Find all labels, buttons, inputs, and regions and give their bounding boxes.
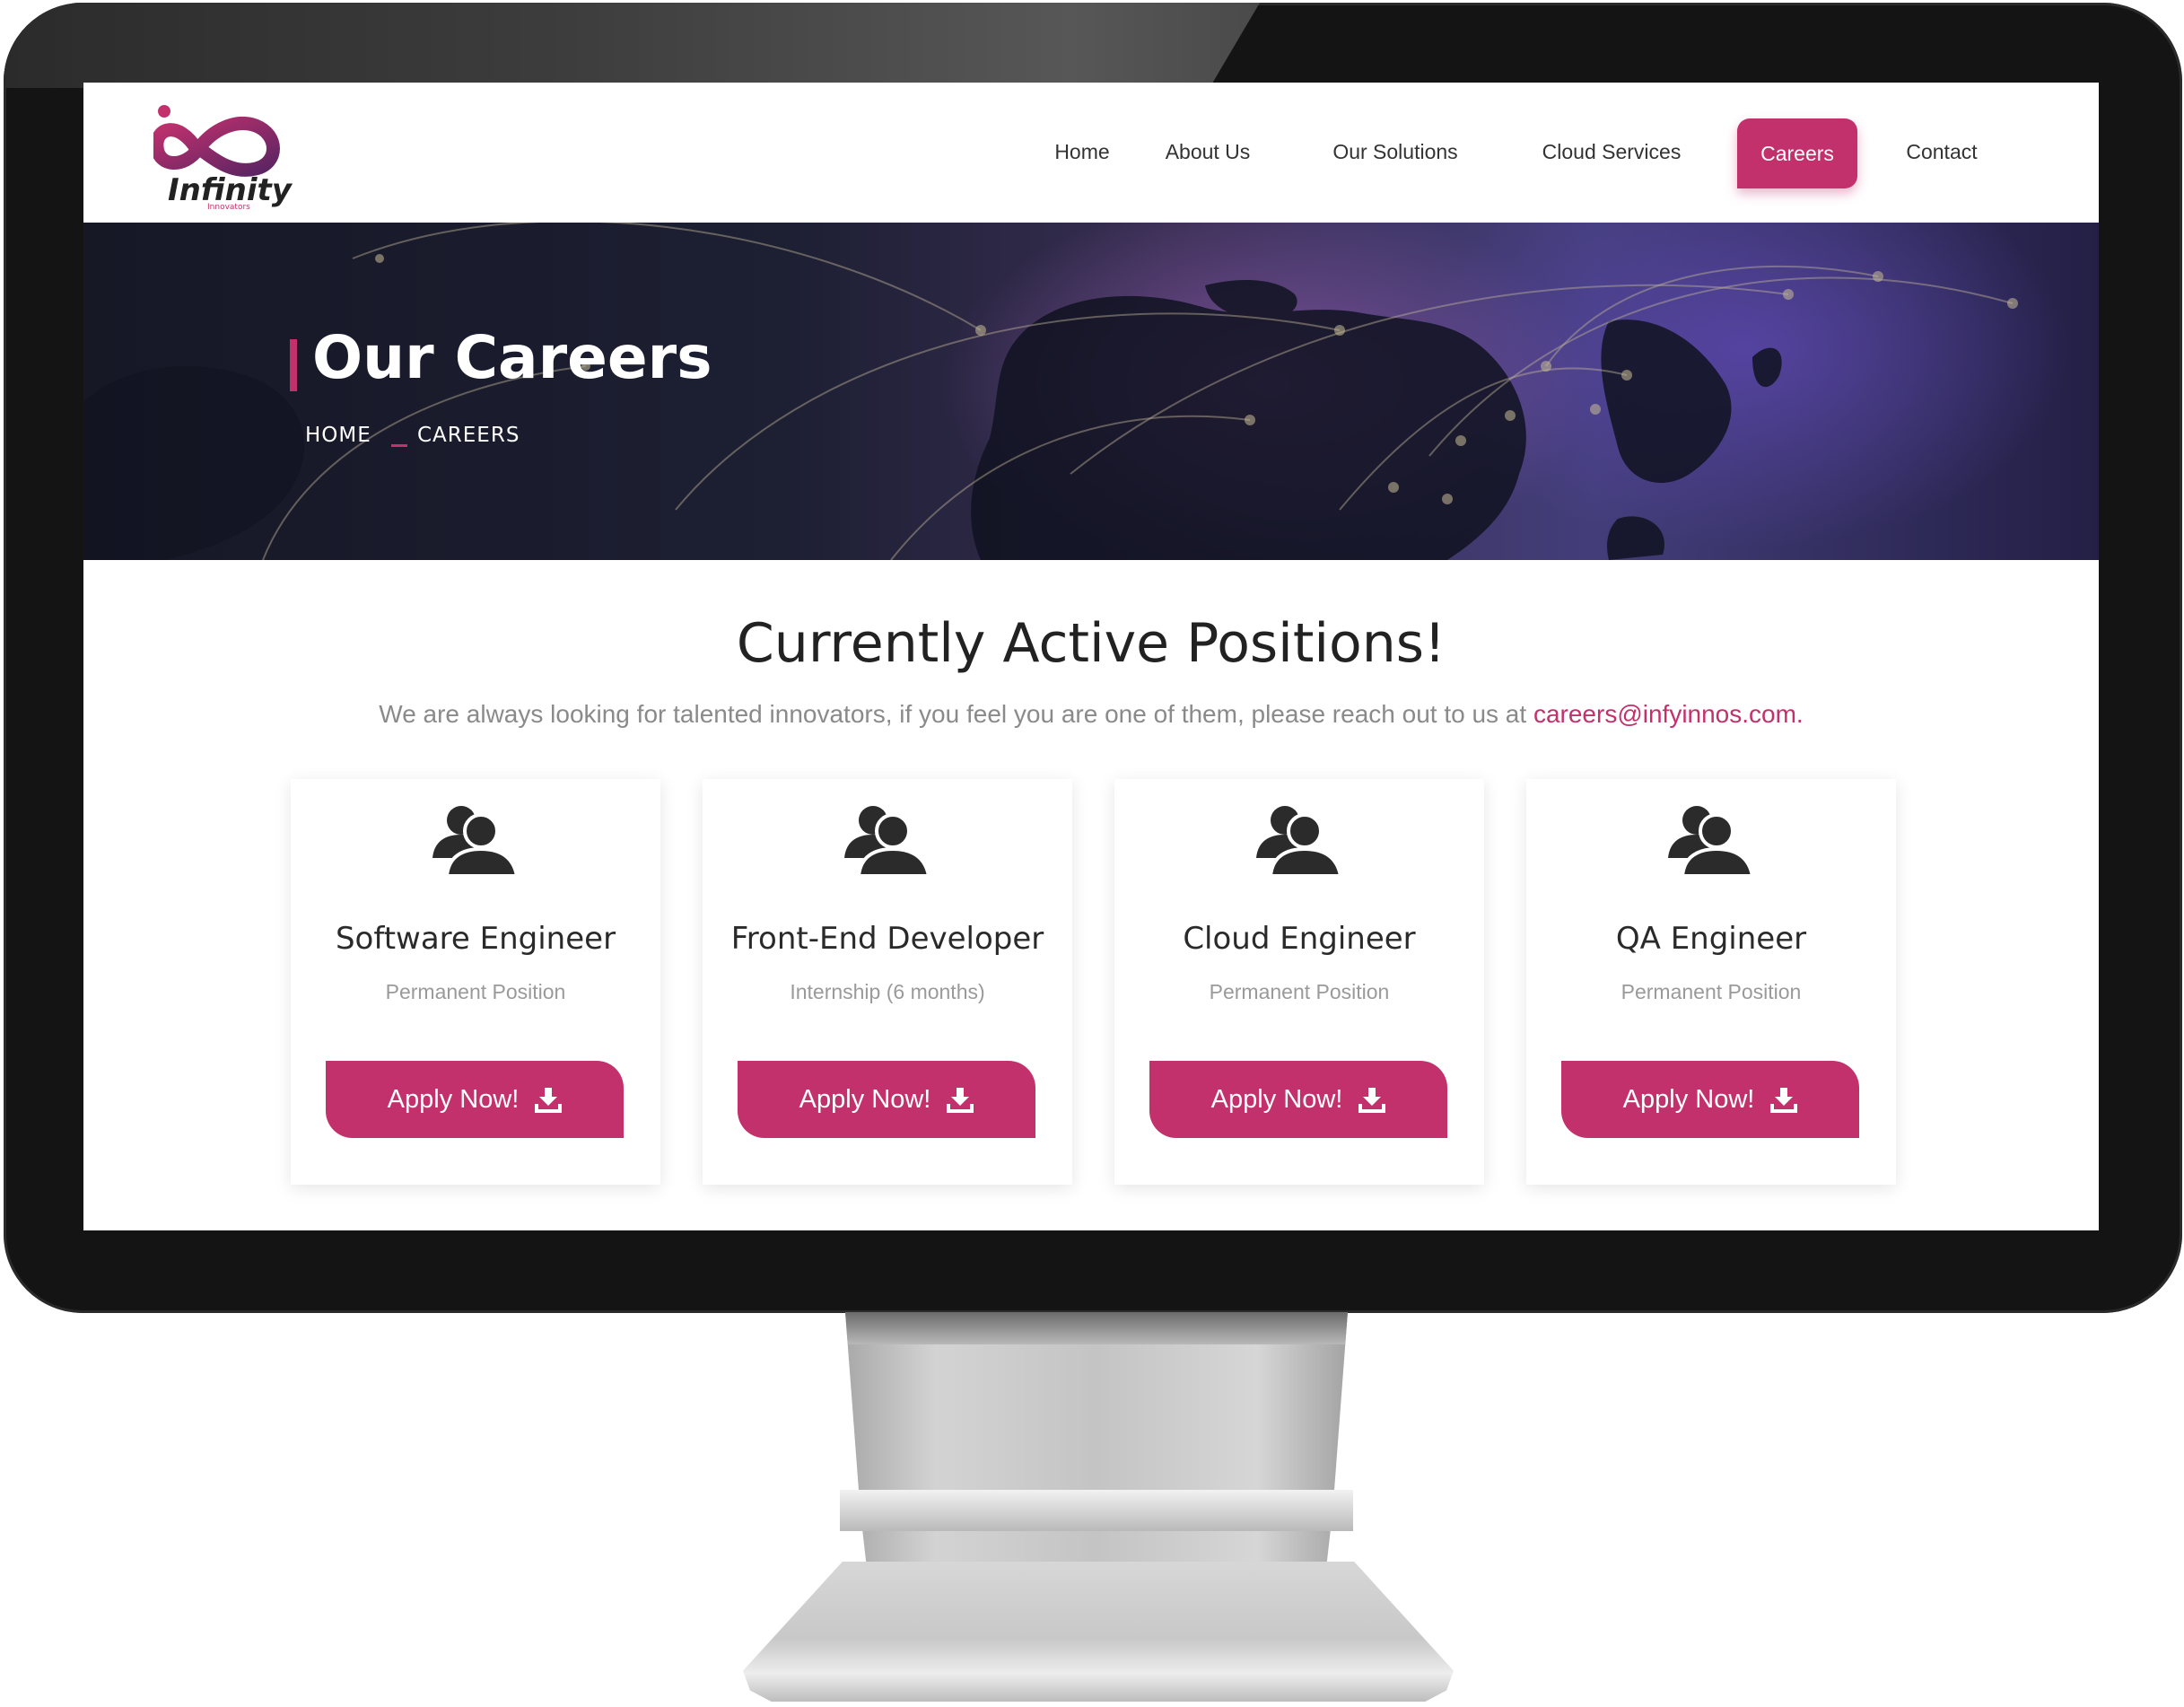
breadcrumb-separator	[391, 444, 407, 447]
breadcrumb-current: CAREERS	[417, 424, 520, 447]
download-icon	[947, 1088, 974, 1113]
positions-heading: Currently Active Positions!	[736, 612, 1446, 675]
position-title: Cloud Engineer	[1183, 921, 1416, 957]
user-icon	[432, 806, 520, 876]
user-icon	[1668, 806, 1755, 876]
nav-cloud-services[interactable]: Cloud Services	[1537, 124, 1686, 179]
brand-tagline: Innovators	[207, 203, 250, 212]
screen: Infinity Innovators Home About Us Our So…	[83, 83, 2099, 1230]
positions-description-text: We are always looking for talented innov…	[379, 700, 1533, 728]
position-title: Front-End Developer	[730, 921, 1044, 957]
apply-now-label: Apply Now!	[387, 1084, 520, 1114]
page-banner: Our Careers HOME CAREERS	[83, 223, 2099, 560]
monitor-glare	[4, 3, 1260, 88]
apply-now-button[interactable]: Apply Now!	[1561, 1061, 1859, 1138]
download-icon	[535, 1088, 563, 1113]
position-card: Software Engineer Permanent Position App…	[291, 779, 660, 1185]
apply-now-label: Apply Now!	[1622, 1084, 1755, 1114]
navbar: Infinity Innovators Home About Us Our So…	[83, 83, 2099, 223]
careers-email-link[interactable]: careers@infyinnos.com.	[1533, 700, 1804, 728]
apply-now-button[interactable]: Apply Now!	[738, 1061, 1035, 1138]
download-icon	[1770, 1088, 1798, 1113]
position-type: Permanent Position	[385, 980, 566, 1003]
position-card: Front-End Developer Internship (6 months…	[703, 779, 1072, 1185]
monitor-stand-base	[743, 1562, 1454, 1702]
download-icon	[1358, 1088, 1386, 1113]
nav-careers[interactable]: Careers	[1737, 118, 1857, 188]
nav-about-us[interactable]: About Us	[1158, 124, 1257, 179]
position-title: Software Engineer	[335, 921, 616, 957]
nav-contact[interactable]: Contact	[1900, 124, 1983, 179]
page-title: Our Careers	[312, 323, 712, 392]
apply-now-button[interactable]: Apply Now!	[326, 1061, 624, 1138]
brand-logo[interactable]: Infinity Innovators	[150, 99, 292, 215]
position-card: QA Engineer Permanent Position Apply Now…	[1526, 779, 1896, 1185]
user-icon	[1256, 806, 1343, 876]
positions-description: We are always looking for talented innov…	[83, 700, 2099, 729]
position-type: Permanent Position	[1621, 980, 1802, 1003]
position-title: QA Engineer	[1615, 921, 1807, 957]
nav-home[interactable]: Home	[1037, 124, 1127, 179]
apply-now-button[interactable]: Apply Now!	[1149, 1061, 1447, 1138]
banner-title-accent	[290, 339, 297, 391]
apply-now-label: Apply Now!	[1210, 1084, 1343, 1114]
breadcrumb-home[interactable]: HOME	[305, 424, 371, 447]
position-type: Permanent Position	[1209, 980, 1390, 1003]
apply-now-label: Apply Now!	[799, 1084, 931, 1114]
position-card: Cloud Engineer Permanent Position Apply …	[1114, 779, 1484, 1185]
user-icon	[844, 806, 931, 876]
monitor-stand-highlight	[840, 1490, 1353, 1531]
position-type: Internship (6 months)	[790, 980, 985, 1003]
nav-our-solutions[interactable]: Our Solutions	[1327, 124, 1463, 179]
